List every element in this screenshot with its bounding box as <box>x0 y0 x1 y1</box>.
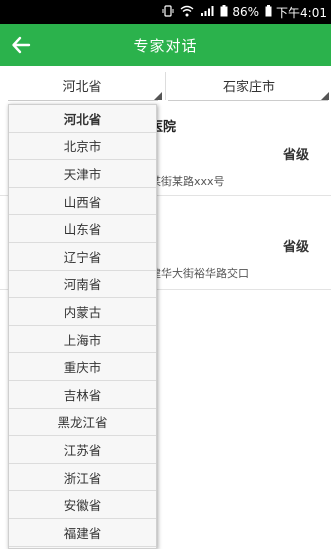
back-arrow-icon[interactable] <box>8 32 34 58</box>
hospital-address: 某街某路xxx号 <box>150 175 225 188</box>
city-filter[interactable]: 石家庄市 <box>167 68 331 102</box>
battery-level-icon <box>265 5 272 19</box>
province-option[interactable]: 上海市 <box>9 326 156 354</box>
city-filter-label: 石家庄市 <box>222 79 275 95</box>
province-option[interactable]: 辽宁省 <box>9 243 156 271</box>
province-option[interactable]: 内蒙古 <box>9 298 156 326</box>
province-option[interactable]: 山西省 <box>9 188 156 216</box>
province-filter[interactable]: 河北省 <box>0 68 164 102</box>
province-option[interactable]: 吉林省 <box>9 381 156 409</box>
province-option[interactable]: 浙江省 <box>9 464 156 492</box>
province-option[interactable]: 天津市 <box>9 160 156 188</box>
province-option[interactable]: 河南省 <box>9 271 156 299</box>
hospital-address: 建华大街裕华路交口 <box>150 267 249 280</box>
page-title: 专家对话 <box>133 36 198 55</box>
dropdown-corner-icon <box>321 92 329 100</box>
filter-divider <box>165 72 166 100</box>
filter-bar: 河北省 石家庄市 <box>0 68 331 104</box>
province-option[interactable]: 江苏省 <box>9 436 156 464</box>
province-filter-label: 河北省 <box>62 79 102 95</box>
battery-percent: 86% <box>232 5 260 19</box>
wifi-icon <box>180 5 194 19</box>
vibrate-icon <box>162 5 174 19</box>
filter-underline <box>168 100 328 101</box>
dropdown-corner-icon <box>154 92 162 100</box>
province-option[interactable]: 河北省 <box>9 105 156 133</box>
province-option[interactable]: 重庆市 <box>9 353 156 381</box>
province-option[interactable]: 安徽省 <box>9 491 156 519</box>
battery-icon <box>220 5 228 19</box>
province-dropdown: 河北省 北京市 天津市 山西省 山东省 辽宁省 河南省 内蒙古 上海市 重庆市 … <box>8 104 157 549</box>
status-bar: 86% 下午4:01 <box>0 0 331 24</box>
province-option[interactable]: 福建省 <box>9 519 156 547</box>
province-option[interactable]: 北京市 <box>9 133 156 161</box>
filter-underline <box>8 100 158 101</box>
status-time: 下午4:01 <box>276 5 327 20</box>
signal-icon <box>200 5 214 19</box>
hospital-level: 省级 <box>282 240 309 255</box>
app-bar: 专家对话 <box>0 24 331 66</box>
province-option[interactable]: 黑龙江省 <box>9 409 156 437</box>
hospital-level: 省级 <box>282 148 309 163</box>
province-option[interactable]: 山东省 <box>9 215 156 243</box>
